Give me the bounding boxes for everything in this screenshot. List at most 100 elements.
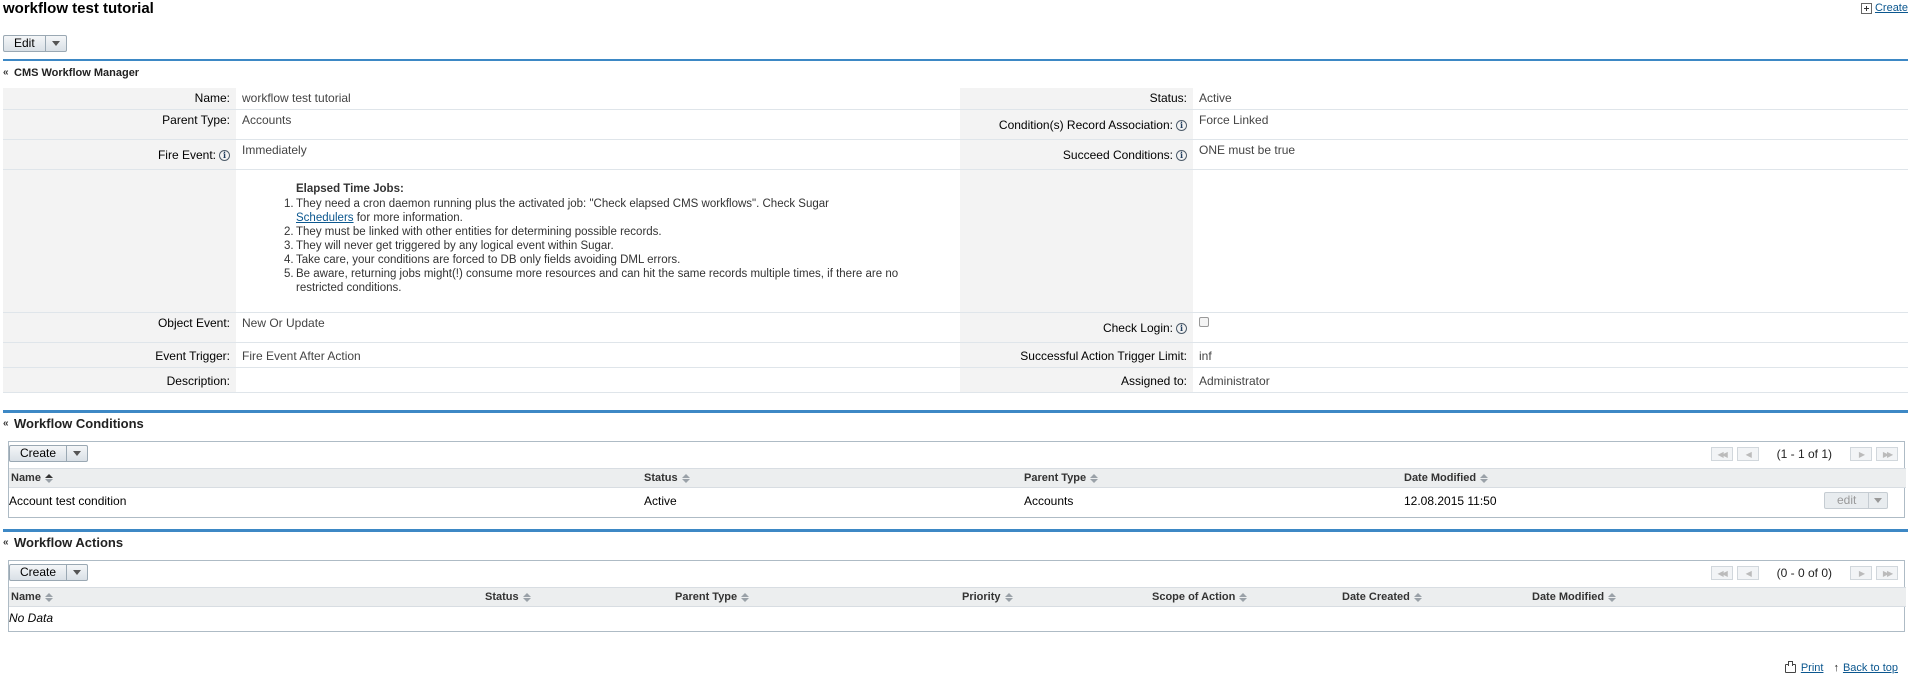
table-row[interactable]: Account test condition Active Accounts 1… bbox=[9, 488, 1906, 514]
field-label: Description: bbox=[3, 367, 236, 393]
plus-icon bbox=[1860, 2, 1872, 14]
column-label: Date Created bbox=[1342, 591, 1410, 603]
column-header-parent-type[interactable]: Parent Type bbox=[675, 587, 962, 607]
column-label: Date Modified bbox=[1404, 472, 1477, 484]
edit-row-split-button[interactable]: edit bbox=[1824, 492, 1889, 510]
notes-title: Elapsed Time Jobs: bbox=[296, 182, 404, 195]
empty-label bbox=[3, 169, 236, 313]
field-label: Succeed Conditions: bbox=[1062, 147, 1173, 162]
collapse-icon: « bbox=[3, 536, 9, 548]
create-action-split-button[interactable]: Create bbox=[9, 564, 89, 581]
last-page-icon: ▶▶ bbox=[1882, 568, 1893, 578]
empty-value bbox=[1193, 169, 1908, 313]
column-header-status[interactable]: Status bbox=[644, 468, 1024, 488]
condition-parent-type: Accounts bbox=[1024, 493, 1074, 508]
sort-icon bbox=[741, 592, 750, 602]
next-page-button[interactable]: ▶ bbox=[1850, 447, 1872, 461]
sort-icon bbox=[1090, 473, 1099, 483]
edit-button[interactable]: Edit bbox=[4, 36, 46, 51]
create-link[interactable]: Create bbox=[1875, 2, 1908, 14]
create-condition-split-button[interactable]: Create bbox=[9, 445, 89, 462]
collapse-icon: « bbox=[3, 67, 9, 78]
arrow-up-icon: ↑ bbox=[1833, 662, 1839, 674]
event-trigger-value: Fire Event After Action bbox=[236, 342, 960, 368]
column-header-priority[interactable]: Priority bbox=[962, 587, 1152, 607]
no-data-text: No Data bbox=[9, 610, 54, 625]
chevron-down-icon bbox=[73, 451, 82, 456]
panel-toggle-cms-workflow-manager[interactable]: « CMS Workflow Manager bbox=[3, 67, 139, 79]
conditions-list: Create ◀◀ ◀ (1 - 1 of 1) ▶ ▶▶ Name Statu… bbox=[8, 441, 1906, 518]
last-page-button[interactable]: ▶▶ bbox=[1876, 566, 1898, 580]
create-dropdown-toggle[interactable] bbox=[67, 446, 87, 461]
conditions-table: Name Status Parent Type Date Modified Ac… bbox=[9, 468, 1906, 514]
row-dropdown-toggle[interactable] bbox=[1869, 493, 1887, 508]
check-login-checkbox[interactable] bbox=[1199, 316, 1209, 327]
divider bbox=[3, 410, 1908, 413]
first-page-button[interactable]: ◀◀ bbox=[1710, 447, 1733, 461]
schedulers-link[interactable]: Schedulers bbox=[296, 212, 354, 224]
list-number: 5. bbox=[284, 267, 294, 280]
actions-table: Name Status Parent Type Priority Scope o… bbox=[9, 587, 1906, 629]
create-condition-button[interactable]: Create bbox=[10, 446, 68, 461]
create-dropdown-toggle[interactable] bbox=[67, 565, 87, 580]
elapsed-time-notes: Elapsed Time Jobs: 1. They need a cron da… bbox=[236, 170, 960, 303]
sort-icon bbox=[1239, 592, 1248, 602]
next-page-icon: ▶ bbox=[1858, 568, 1865, 578]
column-header-status[interactable]: Status bbox=[485, 587, 675, 607]
next-page-button[interactable]: ▶ bbox=[1850, 566, 1872, 580]
column-header-parent-type[interactable]: Parent Type bbox=[1024, 468, 1404, 488]
cell-text: Account test condition bbox=[9, 493, 127, 508]
column-header-date-modified[interactable]: Date Modified bbox=[1404, 468, 1824, 488]
field-label: Check Login: bbox=[1102, 320, 1173, 335]
prev-page-button[interactable]: ◀ bbox=[1736, 447, 1759, 461]
edit-split-button[interactable]: Edit bbox=[3, 35, 67, 52]
detail-table: Name: workflow test tutorial Status: Act… bbox=[3, 88, 1908, 393]
notes-text: Take care, your conditions are forced to… bbox=[296, 253, 681, 266]
sort-icon bbox=[522, 592, 531, 602]
field-label: Event Trigger: bbox=[3, 342, 236, 368]
info-icon[interactable]: i bbox=[219, 149, 230, 161]
column-header-name[interactable]: Name bbox=[9, 468, 644, 488]
column-label: Parent Type bbox=[1024, 472, 1087, 484]
column-label: Status bbox=[644, 472, 678, 484]
field-label: Object Event: bbox=[3, 312, 236, 343]
column-label: Parent Type bbox=[675, 591, 738, 603]
info-icon[interactable]: i bbox=[1176, 119, 1187, 131]
info-icon[interactable]: i bbox=[1176, 149, 1187, 161]
top-create-link[interactable]: Create bbox=[1860, 2, 1908, 14]
column-label: Name bbox=[11, 472, 41, 484]
first-page-button[interactable]: ◀◀ bbox=[1710, 566, 1733, 580]
condition-name[interactable]: Account test condition bbox=[9, 488, 644, 514]
back-to-top-link[interactable]: Back to top bbox=[1843, 662, 1898, 674]
prev-page-icon: ◀ bbox=[1745, 568, 1752, 578]
last-page-button[interactable]: ▶▶ bbox=[1876, 447, 1898, 461]
list-item: 2. They must be linked with other entitie… bbox=[284, 225, 960, 239]
column-label: Status bbox=[485, 591, 519, 603]
list-number: 4. bbox=[284, 253, 294, 266]
create-action-button[interactable]: Create bbox=[10, 565, 68, 580]
sort-icon bbox=[681, 473, 690, 483]
column-header-date-created[interactable]: Date Created bbox=[1342, 587, 1532, 607]
list-number: 3. bbox=[284, 239, 294, 252]
success-limit-value: inf bbox=[1193, 342, 1908, 368]
empty-label bbox=[960, 169, 1193, 313]
column-header-name[interactable]: Name bbox=[9, 587, 485, 607]
edit-dropdown-toggle[interactable] bbox=[46, 36, 66, 51]
chevron-down-icon bbox=[1874, 498, 1883, 504]
prev-page-button[interactable]: ◀ bbox=[1736, 566, 1759, 580]
edit-row-button[interactable]: edit bbox=[1825, 493, 1870, 509]
notes-text: They must be linked with other entities … bbox=[296, 225, 662, 238]
column-header-scope-of-action[interactable]: Scope of Action bbox=[1152, 587, 1342, 607]
last-page-icon: ▶▶ bbox=[1882, 449, 1893, 459]
column-header-date-modified[interactable]: Date Modified bbox=[1532, 587, 1906, 607]
sort-icon bbox=[1480, 473, 1489, 483]
sort-icon bbox=[1004, 592, 1013, 602]
panel-toggle-workflow-conditions[interactable]: « Workflow Conditions bbox=[3, 416, 144, 431]
print-link[interactable]: Print bbox=[1801, 662, 1824, 674]
info-icon[interactable]: i bbox=[1176, 322, 1187, 334]
chevron-down-icon bbox=[73, 570, 82, 575]
column-header-actions bbox=[1824, 468, 1906, 488]
list-item: 5. Be aware, returning jobs might(!) cons… bbox=[284, 267, 916, 295]
panel-toggle-workflow-actions[interactable]: « Workflow Actions bbox=[3, 535, 123, 550]
field-label-cell: Condition(s) Record Association: i bbox=[960, 109, 1193, 140]
